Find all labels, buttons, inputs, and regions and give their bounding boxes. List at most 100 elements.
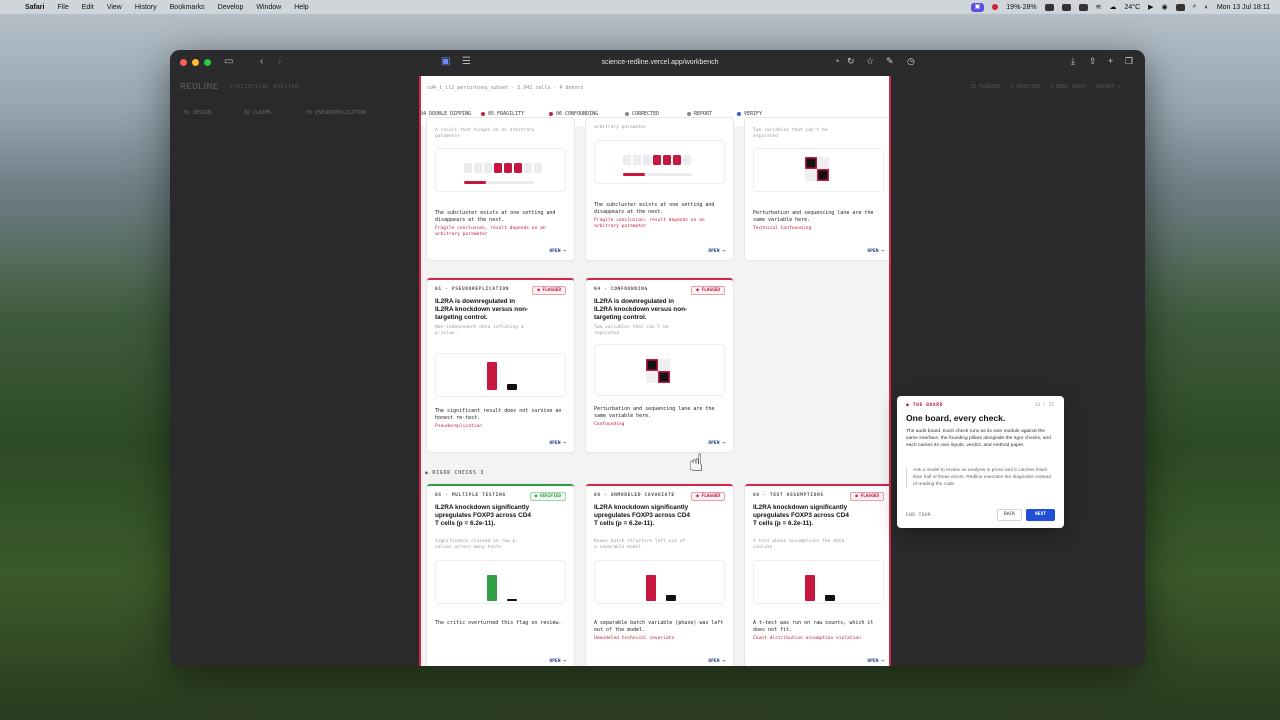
card-eyebrow: 06 · UNMODELED COVARIATE xyxy=(594,493,675,498)
card-subtitle: Known batch structure left out of a sepa… xyxy=(594,539,686,550)
open-link[interactable]: OPEN → xyxy=(867,249,884,254)
privacy-icon[interactable]: ◔ xyxy=(834,56,839,66)
card-note: Fragile conclusion, result depends on an… xyxy=(594,218,705,229)
card-multiple-testing[interactable]: 05 · MULTIPLE TESTING ● VERIFIED IL2RA k… xyxy=(427,484,574,666)
menu-file[interactable]: File xyxy=(57,4,68,11)
card-subtitle: Significance claimed on raw p-values acr… xyxy=(435,539,518,550)
card-pseudoreplication[interactable]: 01 · PSEUDOREPLICATION ● FLAGGED IL2RA i… xyxy=(427,278,574,452)
extension-icon[interactable]: ✎ xyxy=(886,56,894,67)
next-button[interactable]: NEXT xyxy=(1026,509,1055,521)
open-link[interactable]: OPEN → xyxy=(549,441,566,446)
card-confounding-top[interactable]: Two variables that can't be separated Pe… xyxy=(745,118,889,260)
hand-cursor-icon: ☝ xyxy=(689,450,704,477)
step-report[interactable]: REPORT xyxy=(687,111,712,117)
siri-icon[interactable]: ◐ xyxy=(1205,4,1209,11)
card-note: Fragile conclusion, result depends on an… xyxy=(435,226,546,237)
reload-icon[interactable]: ↻ xyxy=(847,56,855,67)
report-menu[interactable]: REPORT ▾ xyxy=(1096,84,1120,90)
step-fragility[interactable]: 05 FRAGILITY xyxy=(481,111,524,117)
menu-edit[interactable]: Edit xyxy=(82,4,94,11)
menu-history[interactable]: History xyxy=(135,4,157,11)
card-subtitle: Two variables that can't be separated xyxy=(594,325,669,336)
step-verify[interactable]: VERIFY xyxy=(737,111,762,117)
menu-safari[interactable]: Safari xyxy=(25,4,44,11)
fragility-visual xyxy=(594,140,725,184)
keyboard-icon[interactable] xyxy=(1175,3,1185,11)
section-label: ● RIGOR CHECKS 3 xyxy=(425,471,485,476)
back-icon[interactable]: ‹ xyxy=(260,56,263,67)
open-link[interactable]: OPEN → xyxy=(708,441,725,446)
minimize-window-icon[interactable] xyxy=(192,59,199,66)
status-badge: ● FLAGGED xyxy=(850,492,884,501)
open-link[interactable]: OPEN → xyxy=(708,659,725,664)
weather-temp[interactable]: 24°C xyxy=(1125,4,1141,11)
bar-visual xyxy=(435,560,566,604)
card-unmodeled-covariate[interactable]: 06 · UNMODELED COVARIATE ● FLAGGED IL2RA… xyxy=(586,484,733,666)
share-icon[interactable]: ⇪ xyxy=(1089,56,1097,67)
card-description: A separable batch variable (phase) was l… xyxy=(594,620,724,633)
downloads-icon[interactable]: ⤓ xyxy=(1071,56,1075,67)
card-confounding[interactable]: 04 · CONFOUNDING ● FLAGGED IL2RA is down… xyxy=(586,278,733,452)
play-icon[interactable]: ▶ xyxy=(1148,3,1153,11)
redline-logo[interactable]: REDLINE xyxy=(180,82,219,91)
card-eyebrow: 01 · PSEUDOREPLICATION xyxy=(435,287,510,292)
card-description: Perturbation and sequencing lane are the… xyxy=(753,210,874,223)
open-link[interactable]: OPEN → xyxy=(708,249,725,254)
bar-visual xyxy=(435,353,566,397)
card-description: The significant result does not survive … xyxy=(435,408,562,421)
open-link[interactable]: OPEN → xyxy=(867,659,884,664)
back-button[interactable]: BACK xyxy=(997,509,1022,521)
step-design[interactable]: 01 DESIGN xyxy=(184,110,211,116)
forward-icon[interactable]: › xyxy=(278,56,281,67)
clock[interactable]: Mon 13 Jul 18:11 xyxy=(1217,4,1270,11)
app-icon[interactable] xyxy=(1061,3,1071,11)
sidebar-toggle-icon[interactable]: ▭ xyxy=(224,56,233,67)
menu-develop[interactable]: Develop xyxy=(218,4,244,11)
menu-bookmarks[interactable]: Bookmarks xyxy=(170,4,205,11)
board-panel: cd4_t_il2_perturbseq_subset · 2,941 cell… xyxy=(419,76,891,666)
bookmark-star-icon[interactable]: ☆ xyxy=(866,56,874,67)
new-tab-icon[interactable]: + xyxy=(1108,56,1113,66)
step-claims[interactable]: 02 CLAIMS xyxy=(244,110,271,116)
wifi-icon[interactable]: ≋ xyxy=(1096,3,1102,11)
search-icon[interactable]: ⌕ xyxy=(1193,3,1197,11)
bar-visual xyxy=(753,560,884,604)
card-fragility-a[interactable]: A result that hinges on an arbitrary par… xyxy=(427,118,574,260)
zoom-window-icon[interactable] xyxy=(204,59,211,66)
step-pseudoreplication[interactable]: 03 PSEUDOREPLICATION xyxy=(306,110,366,116)
history-icon[interactable]: ◷ xyxy=(907,56,915,67)
status-badge: ● FLAGGED xyxy=(691,492,725,501)
verified-count: 1 VERIFIED xyxy=(1010,84,1041,90)
menu-window[interactable]: Window xyxy=(256,4,281,11)
titlebar: ▭ ‹ › ▣ ☰ science-redline.vercel.app/wor… xyxy=(170,50,1145,76)
bar-visual xyxy=(594,560,725,604)
card-note: Technical Confounding xyxy=(753,226,812,231)
app-icon[interactable] xyxy=(1078,3,1088,11)
screen-record-icon[interactable]: ▣ xyxy=(970,2,985,12)
control-center-icon[interactable]: ◉ xyxy=(1162,3,1168,11)
address-bar[interactable]: science-redline.vercel.app/workbench xyxy=(430,56,890,70)
card-title: IL2RA is downregulated in IL2RA knockdow… xyxy=(435,298,529,322)
tour-title: One board, every check. xyxy=(906,413,1006,423)
open-link[interactable]: OPEN → xyxy=(549,249,566,254)
close-window-icon[interactable] xyxy=(180,59,187,66)
card-eyebrow: 08 · TEST ASSUMPTIONS xyxy=(753,493,824,498)
step-corrected[interactable]: CORRECTED xyxy=(625,111,659,117)
confounding-visual xyxy=(753,148,884,192)
end-tour-button[interactable]: END TOUR xyxy=(906,513,931,518)
card-description: The subcluster exists at one setting and… xyxy=(435,210,556,223)
menu-view[interactable]: View xyxy=(107,4,122,11)
open-link[interactable]: OPEN → xyxy=(549,659,566,664)
card-subtitle: A result that hinges on an arbitrary par… xyxy=(435,128,535,139)
tabs-icon[interactable]: ❐ xyxy=(1125,56,1133,67)
card-test-assumptions[interactable]: 08 · TEST ASSUMPTIONS ● FLAGGED IL2RA kn… xyxy=(745,484,889,666)
menu-help[interactable]: Help xyxy=(294,4,308,11)
card-eyebrow: 04 · CONFOUNDING xyxy=(594,287,648,292)
step-confounding[interactable]: 06 CONFOUNDING xyxy=(549,111,598,117)
weather-icon: ☁ xyxy=(1109,4,1117,11)
step-double-dipping[interactable]: 04 DOUBLE DIPPING xyxy=(421,111,471,117)
battery-status[interactable]: 19%·28% xyxy=(1006,4,1036,11)
card-fragility-b[interactable]: arbitrary parameter The subcluster exist… xyxy=(586,118,733,260)
card-note: Pseudoreplication xyxy=(435,424,483,429)
confounding-visual xyxy=(594,344,725,396)
